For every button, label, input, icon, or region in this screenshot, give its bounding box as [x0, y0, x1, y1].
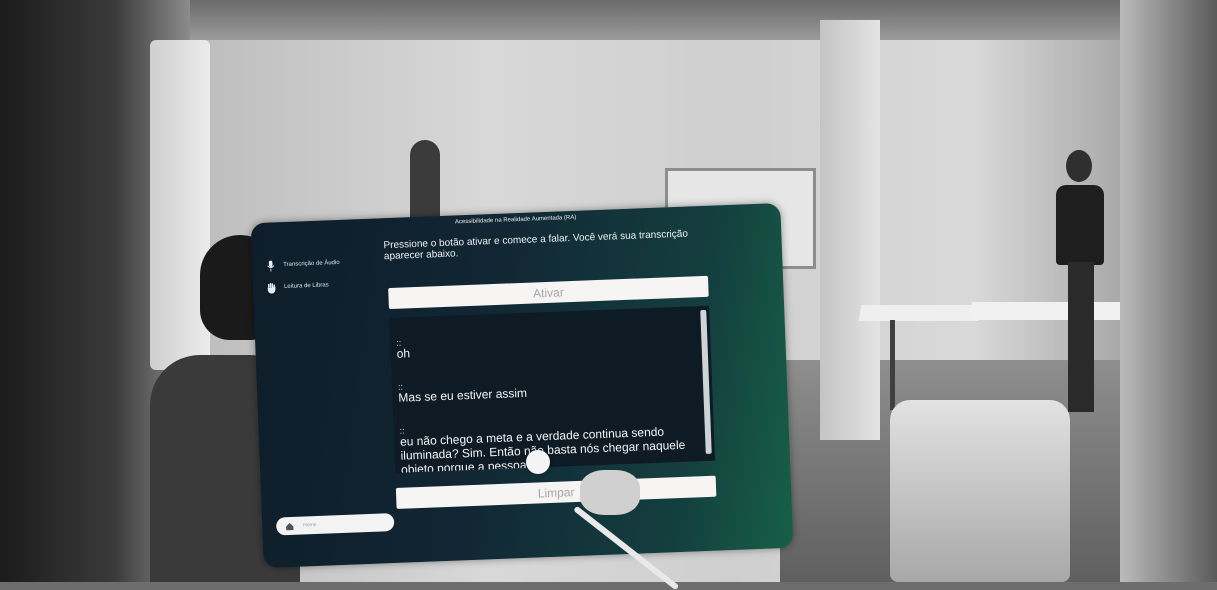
instruction-text: Pressione o botão ativar e comece a fala…: [383, 228, 689, 263]
chair: [890, 400, 1070, 582]
standing-person: [1048, 150, 1118, 420]
pillar: [820, 20, 880, 440]
pointer-cursor: [526, 450, 550, 474]
clear-button[interactable]: Limpar: [395, 475, 717, 509]
sidebar-item-sign-language[interactable]: Leitura de Libras: [267, 273, 378, 299]
home-button[interactable]: Home: [275, 513, 395, 536]
transcript-entry: :: eu não chego a meta e a verdade conti…: [399, 416, 702, 473]
sidebar-item-label: Leitura de Libras: [283, 282, 329, 291]
sidebar-item-label: Transcrição de Áudio: [283, 259, 340, 269]
table-leg: [890, 320, 895, 410]
entry-text: oh: [396, 346, 411, 361]
transcript-box[interactable]: :: oh :: Mas se eu estiver assim :: eu n…: [389, 305, 716, 473]
user-hand: [580, 470, 640, 515]
activate-button[interactable]: Ativar: [388, 275, 709, 310]
home-label: Home: [303, 521, 317, 529]
transcript-scrollbar[interactable]: [700, 309, 712, 454]
ar-accessibility-panel: Acessibilidade na Realidade Aumentada (R…: [250, 202, 794, 569]
home-icon: [286, 522, 294, 530]
transcript-entry: :: Mas se eu estiver assim: [398, 372, 699, 405]
entry-marker: ::: [397, 381, 404, 392]
entry-marker: ::: [396, 337, 402, 348]
table: [858, 305, 982, 321]
right-wall: [1120, 0, 1217, 582]
transcript-entry: :: oh: [396, 328, 697, 361]
sidebar: Transcrição de Áudio Leitura de Libras: [266, 251, 378, 299]
hand-icon: [267, 282, 276, 294]
microphone-icon: [266, 260, 275, 271]
